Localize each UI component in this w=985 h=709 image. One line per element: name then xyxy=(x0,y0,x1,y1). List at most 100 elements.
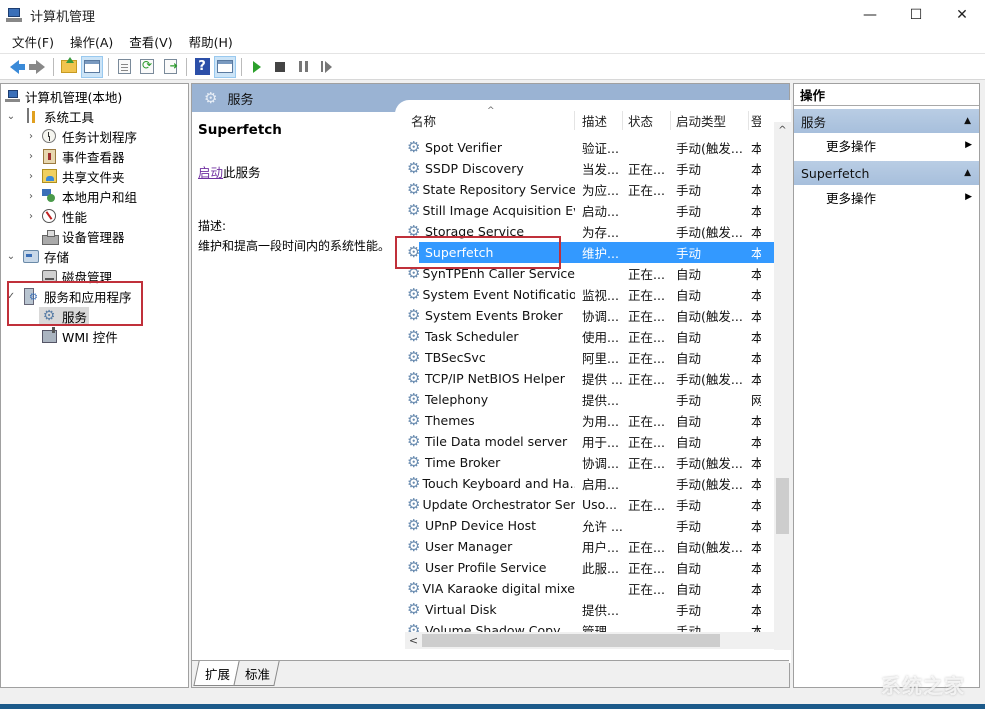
service-row[interactable]: ⚙ Spot Verifier 验证... 手动(触发... 本 xyxy=(395,137,775,158)
service-logon: 网 xyxy=(751,393,761,408)
service-startup-type: 手动(触发... xyxy=(676,456,743,471)
service-row[interactable]: ⚙ Themes 为用... 正在... 自动 本 xyxy=(395,410,775,431)
list-header: ^ 名称 描述 状态 启动类型 登 xyxy=(395,100,791,134)
scrollbar-thumb[interactable] xyxy=(776,478,789,534)
back-button[interactable] xyxy=(3,56,25,78)
expand-chevron-icon[interactable]: › xyxy=(25,211,37,222)
description-text: 维护和提高一段时间内的系统性能。 xyxy=(198,239,391,253)
tree-item-shared-folders[interactable]: › 共享文件夹 xyxy=(1,166,188,186)
service-row[interactable]: ⚙ Virtual Disk 提供... 手动 本 xyxy=(395,599,775,620)
service-description: 协调... xyxy=(582,456,619,471)
service-startup-type: 手动 xyxy=(676,603,702,618)
tab-standard[interactable]: 标准 xyxy=(233,661,280,686)
pause-icon xyxy=(298,61,308,72)
more-actions-services[interactable]: 更多操作 ▶ xyxy=(794,133,979,157)
service-status: 正在... xyxy=(628,288,665,303)
scroll-left-icon[interactable]: < xyxy=(405,634,422,647)
service-row[interactable]: ⚙ User Profile Service 此服... 正在... 自动 本 xyxy=(395,557,775,578)
pause-service-button[interactable] xyxy=(292,56,314,78)
service-description: 启用... xyxy=(582,477,619,492)
close-button[interactable]: ✕ xyxy=(939,0,985,30)
service-row[interactable]: ⚙ System Events Broker 协调... 正在... 自动(触发... 本 xyxy=(395,305,775,326)
service-row[interactable]: ⚙ Tile Data model server 用于... 正在... 自动 本 xyxy=(395,431,775,452)
properties-button[interactable] xyxy=(113,56,135,78)
start-service-button[interactable] xyxy=(246,56,268,78)
service-startup-type: 手动 xyxy=(676,393,702,408)
collapse-up-icon[interactable]: ▲ xyxy=(964,168,971,178)
expand-chevron-icon[interactable]: › xyxy=(25,131,37,142)
expand-chevron-icon[interactable]: › xyxy=(25,151,37,162)
service-logon: 本 xyxy=(751,267,761,282)
column-header-startup-type[interactable]: 启动类型 xyxy=(671,111,749,130)
export-list-button[interactable] xyxy=(159,56,181,78)
show-hide-action-pane-button[interactable] xyxy=(214,55,236,78)
menu-file[interactable]: 文件(F) xyxy=(4,32,62,51)
actions-section-superfetch[interactable]: Superfetch ▲ xyxy=(794,161,979,185)
tree-item-event-viewer[interactable]: › 事件查看器 xyxy=(1,146,188,166)
show-hide-console-tree-button[interactable] xyxy=(81,55,103,78)
scroll-up-icon[interactable]: ^ xyxy=(774,122,791,139)
service-row[interactable]: ⚙ State Repository Service 为应... 正在... 手动 本 xyxy=(395,179,775,200)
service-row[interactable]: ⚙System Event Notification... 监视... 正在... 自… xyxy=(395,284,775,305)
column-header-description[interactable]: 描述 xyxy=(575,111,623,130)
start-service-link[interactable]: 启动 xyxy=(198,165,223,180)
export-icon xyxy=(163,59,178,74)
service-row[interactable]: ⚙ UPnP Device Host 允许 ... 手动 本 xyxy=(395,515,775,536)
horizontal-scrollbar[interactable]: < xyxy=(405,632,775,649)
service-row[interactable]: ⚙ TBSecSvc 阿里... 正在... 自动 本 xyxy=(395,347,775,368)
tree-item-system-tools[interactable]: ⌄ 系统工具 xyxy=(1,106,188,126)
column-header-name[interactable]: 名称 xyxy=(395,111,575,130)
service-name: ⚙ Task Scheduler xyxy=(395,329,575,344)
column-header-logon[interactable]: 登 xyxy=(749,111,761,130)
service-row[interactable]: ⚙ TCP/IP NetBIOS Helper 提供 ... 正在... 手动(触发..… xyxy=(395,368,775,389)
up-level-button[interactable] xyxy=(58,56,80,78)
menu-action[interactable]: 操作(A) xyxy=(62,32,121,51)
scrollbar-thumb[interactable] xyxy=(422,634,720,647)
tab-extended[interactable]: 扩展 xyxy=(193,661,240,686)
tree-item-storage[interactable]: ⌄ 存储 xyxy=(1,246,188,266)
menu-help[interactable]: 帮助(H) xyxy=(181,32,241,51)
service-row[interactable]: ⚙ VIA Karaoke digital mixe... 正在... 自动 本 xyxy=(395,578,775,599)
minimize-button[interactable]: — xyxy=(847,0,893,30)
column-header-status[interactable]: 状态 xyxy=(623,111,671,130)
service-name-text: Themes xyxy=(425,413,475,428)
service-startup-type: 手动 xyxy=(676,519,702,534)
tree-item-device-manager[interactable]: 设备管理器 xyxy=(1,226,188,246)
expand-chevron-icon[interactable]: › xyxy=(25,191,37,202)
service-startup-type: 手动 xyxy=(676,162,702,177)
tree-item-wmi-control[interactable]: WMI 控件 xyxy=(1,326,188,346)
service-row[interactable]: ⚙ Touch Keyboard and Ha... 启用... 手动(触发... 本 xyxy=(395,473,775,494)
maximize-button[interactable]: ☐ xyxy=(893,0,939,30)
service-row[interactable]: ⚙ Still Image Acquisition Ev... 启动... 手动 本 xyxy=(395,200,775,221)
vertical-scrollbar[interactable]: ^ xyxy=(774,122,791,650)
collapse-up-icon[interactable]: ▲ xyxy=(964,116,971,126)
actions-section-services[interactable]: 服务 ▲ xyxy=(794,109,979,133)
expand-chevron-icon[interactable]: ⌄ xyxy=(5,251,17,262)
service-name: ⚙ Still Image Acquisition Ev... xyxy=(395,203,575,218)
tree-item-local-users-groups[interactable]: › 本地用户和组 xyxy=(1,186,188,206)
tree-item-computer-management[interactable]: 计算机管理(本地) xyxy=(1,86,188,106)
menu-view[interactable]: 查看(V) xyxy=(121,32,180,51)
service-row[interactable]: ⚙ Time Broker 协调... 正在... 手动(触发... 本 xyxy=(395,452,775,473)
service-row[interactable]: ⚙ Task Scheduler 使用... 正在... 自动 本 xyxy=(395,326,775,347)
service-row[interactable]: ⚙ SSDP Discovery 当发... 正在... 手动 本 xyxy=(395,158,775,179)
tree-item-performance[interactable]: › 性能 xyxy=(1,206,188,226)
service-startup-type: 手动 xyxy=(676,246,702,261)
service-row[interactable]: ⚙ Telephony 提供... 手动 网 xyxy=(395,389,775,410)
tree-item-task-scheduler[interactable]: › 任务计划程序 xyxy=(1,126,188,146)
help-button[interactable]: ? xyxy=(191,56,213,78)
more-actions-superfetch[interactable]: 更多操作 ▶ xyxy=(794,185,979,209)
service-row[interactable]: ⚙ User Manager 用户... 正在... 自动(触发... 本 xyxy=(395,536,775,557)
resume-service-button[interactable] xyxy=(315,56,337,78)
tree-label: 计算机管理(本地) xyxy=(25,89,123,105)
expand-chevron-icon[interactable]: › xyxy=(25,171,37,182)
expand-chevron-icon[interactable]: ⌄ xyxy=(5,111,17,122)
service-name-text: Touch Keyboard and Ha... xyxy=(422,476,575,491)
service-row[interactable]: ⚙ Update Orchestrator Ser... Uso... 正在... 手动… xyxy=(395,494,775,515)
stop-service-button[interactable] xyxy=(269,56,291,78)
forward-button[interactable] xyxy=(26,56,48,78)
service-name: ⚙ Themes xyxy=(395,413,575,428)
start-service-suffix: 此服务 xyxy=(223,165,261,180)
service-startup-type: 手动(触发... xyxy=(676,141,743,156)
refresh-button[interactable] xyxy=(136,56,158,78)
